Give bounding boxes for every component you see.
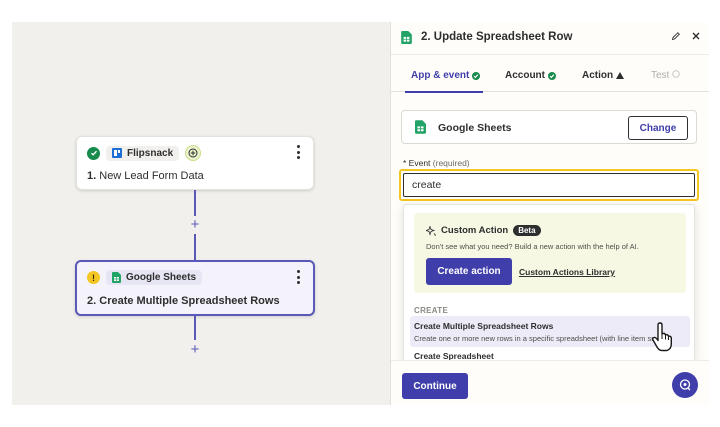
step-title: Create Multiple Spreadsheet Rows <box>99 295 280 307</box>
check-circle-icon <box>87 146 100 160</box>
custom-actions-library-link[interactable]: Custom Actions Library <box>519 267 615 277</box>
panel-title: 2. Update Spreadsheet Row <box>421 31 573 43</box>
event-option-create-multiple-rows[interactable]: Create Multiple Spreadsheet Rows Create … <box>410 316 690 347</box>
continue-button[interactable]: Continue <box>402 373 468 399</box>
section-header-create: CREATE <box>414 306 449 315</box>
panel-header: 2. Update Spreadsheet Row <box>391 22 709 55</box>
check-icon <box>472 71 481 80</box>
add-filter-icon[interactable] <box>185 145 202 161</box>
step-card-trigger[interactable]: Flipsnack 1. New Lead Form Data <box>76 136 314 190</box>
event-search-input[interactable] <box>403 173 695 197</box>
connector-line <box>194 316 196 340</box>
help-button[interactable] <box>672 372 698 398</box>
connector-line <box>194 234 196 260</box>
selected-app-name: Google Sheets <box>438 122 512 134</box>
custom-action-title: Custom Action <box>441 225 509 236</box>
active-tab-indicator <box>405 91 483 93</box>
event-field-label: * Event (required) <box>403 158 470 168</box>
google-sheets-icon <box>401 31 412 49</box>
app-chip-flipsnack: Flipsnack <box>106 145 180 161</box>
custom-action-card: Custom Action Beta Don't see what you ne… <box>414 213 686 293</box>
beta-badge: Beta <box>513 225 541 236</box>
warning-circle-icon: ! <box>87 271 100 284</box>
step-number: 2. <box>87 295 97 307</box>
app-chip-google-sheets: Google Sheets <box>106 270 203 285</box>
check-icon <box>548 71 556 80</box>
add-step-button[interactable]: + <box>188 342 202 357</box>
step-number: 1. <box>87 170 97 182</box>
panel-footer: Continue <box>391 360 709 405</box>
more-options-icon[interactable] <box>293 270 303 284</box>
google-sheets-icon <box>112 272 121 283</box>
workflow-canvas[interactable]: Flipsnack 1. New Lead Form Data + ! Goog… <box>12 22 390 405</box>
hand-pointer-cursor-icon <box>650 322 676 357</box>
more-options-icon[interactable] <box>293 145 303 159</box>
custom-action-description: Don't see what you need? Build a new act… <box>426 242 639 251</box>
close-icon[interactable] <box>691 31 701 44</box>
create-action-button[interactable]: Create action <box>426 258 512 285</box>
change-app-button[interactable]: Change <box>628 116 688 140</box>
tab-test[interactable]: Test <box>651 70 681 81</box>
step-card-action[interactable]: ! Google Sheets 2. Create Multiple Sprea… <box>75 260 315 316</box>
connector-line <box>194 190 196 216</box>
flipsnack-icon <box>112 148 122 158</box>
tab-app-event[interactable]: App & event <box>411 70 481 81</box>
edit-icon[interactable] <box>671 31 681 44</box>
step-tabs: App & event Account Action Test <box>391 56 709 93</box>
event-input-focus-ring <box>399 169 699 201</box>
selected-app-box: Google Sheets Change <box>401 110 697 144</box>
warning-icon <box>616 72 625 79</box>
support-icon <box>679 379 691 391</box>
add-step-button[interactable]: + <box>188 217 202 232</box>
pending-icon <box>672 70 681 81</box>
google-sheets-icon <box>415 120 426 139</box>
tab-account[interactable]: Account <box>505 70 556 81</box>
tab-action[interactable]: Action <box>582 70 625 81</box>
sparkle-icon <box>426 225 436 236</box>
step-title: New Lead Form Data <box>99 170 204 182</box>
